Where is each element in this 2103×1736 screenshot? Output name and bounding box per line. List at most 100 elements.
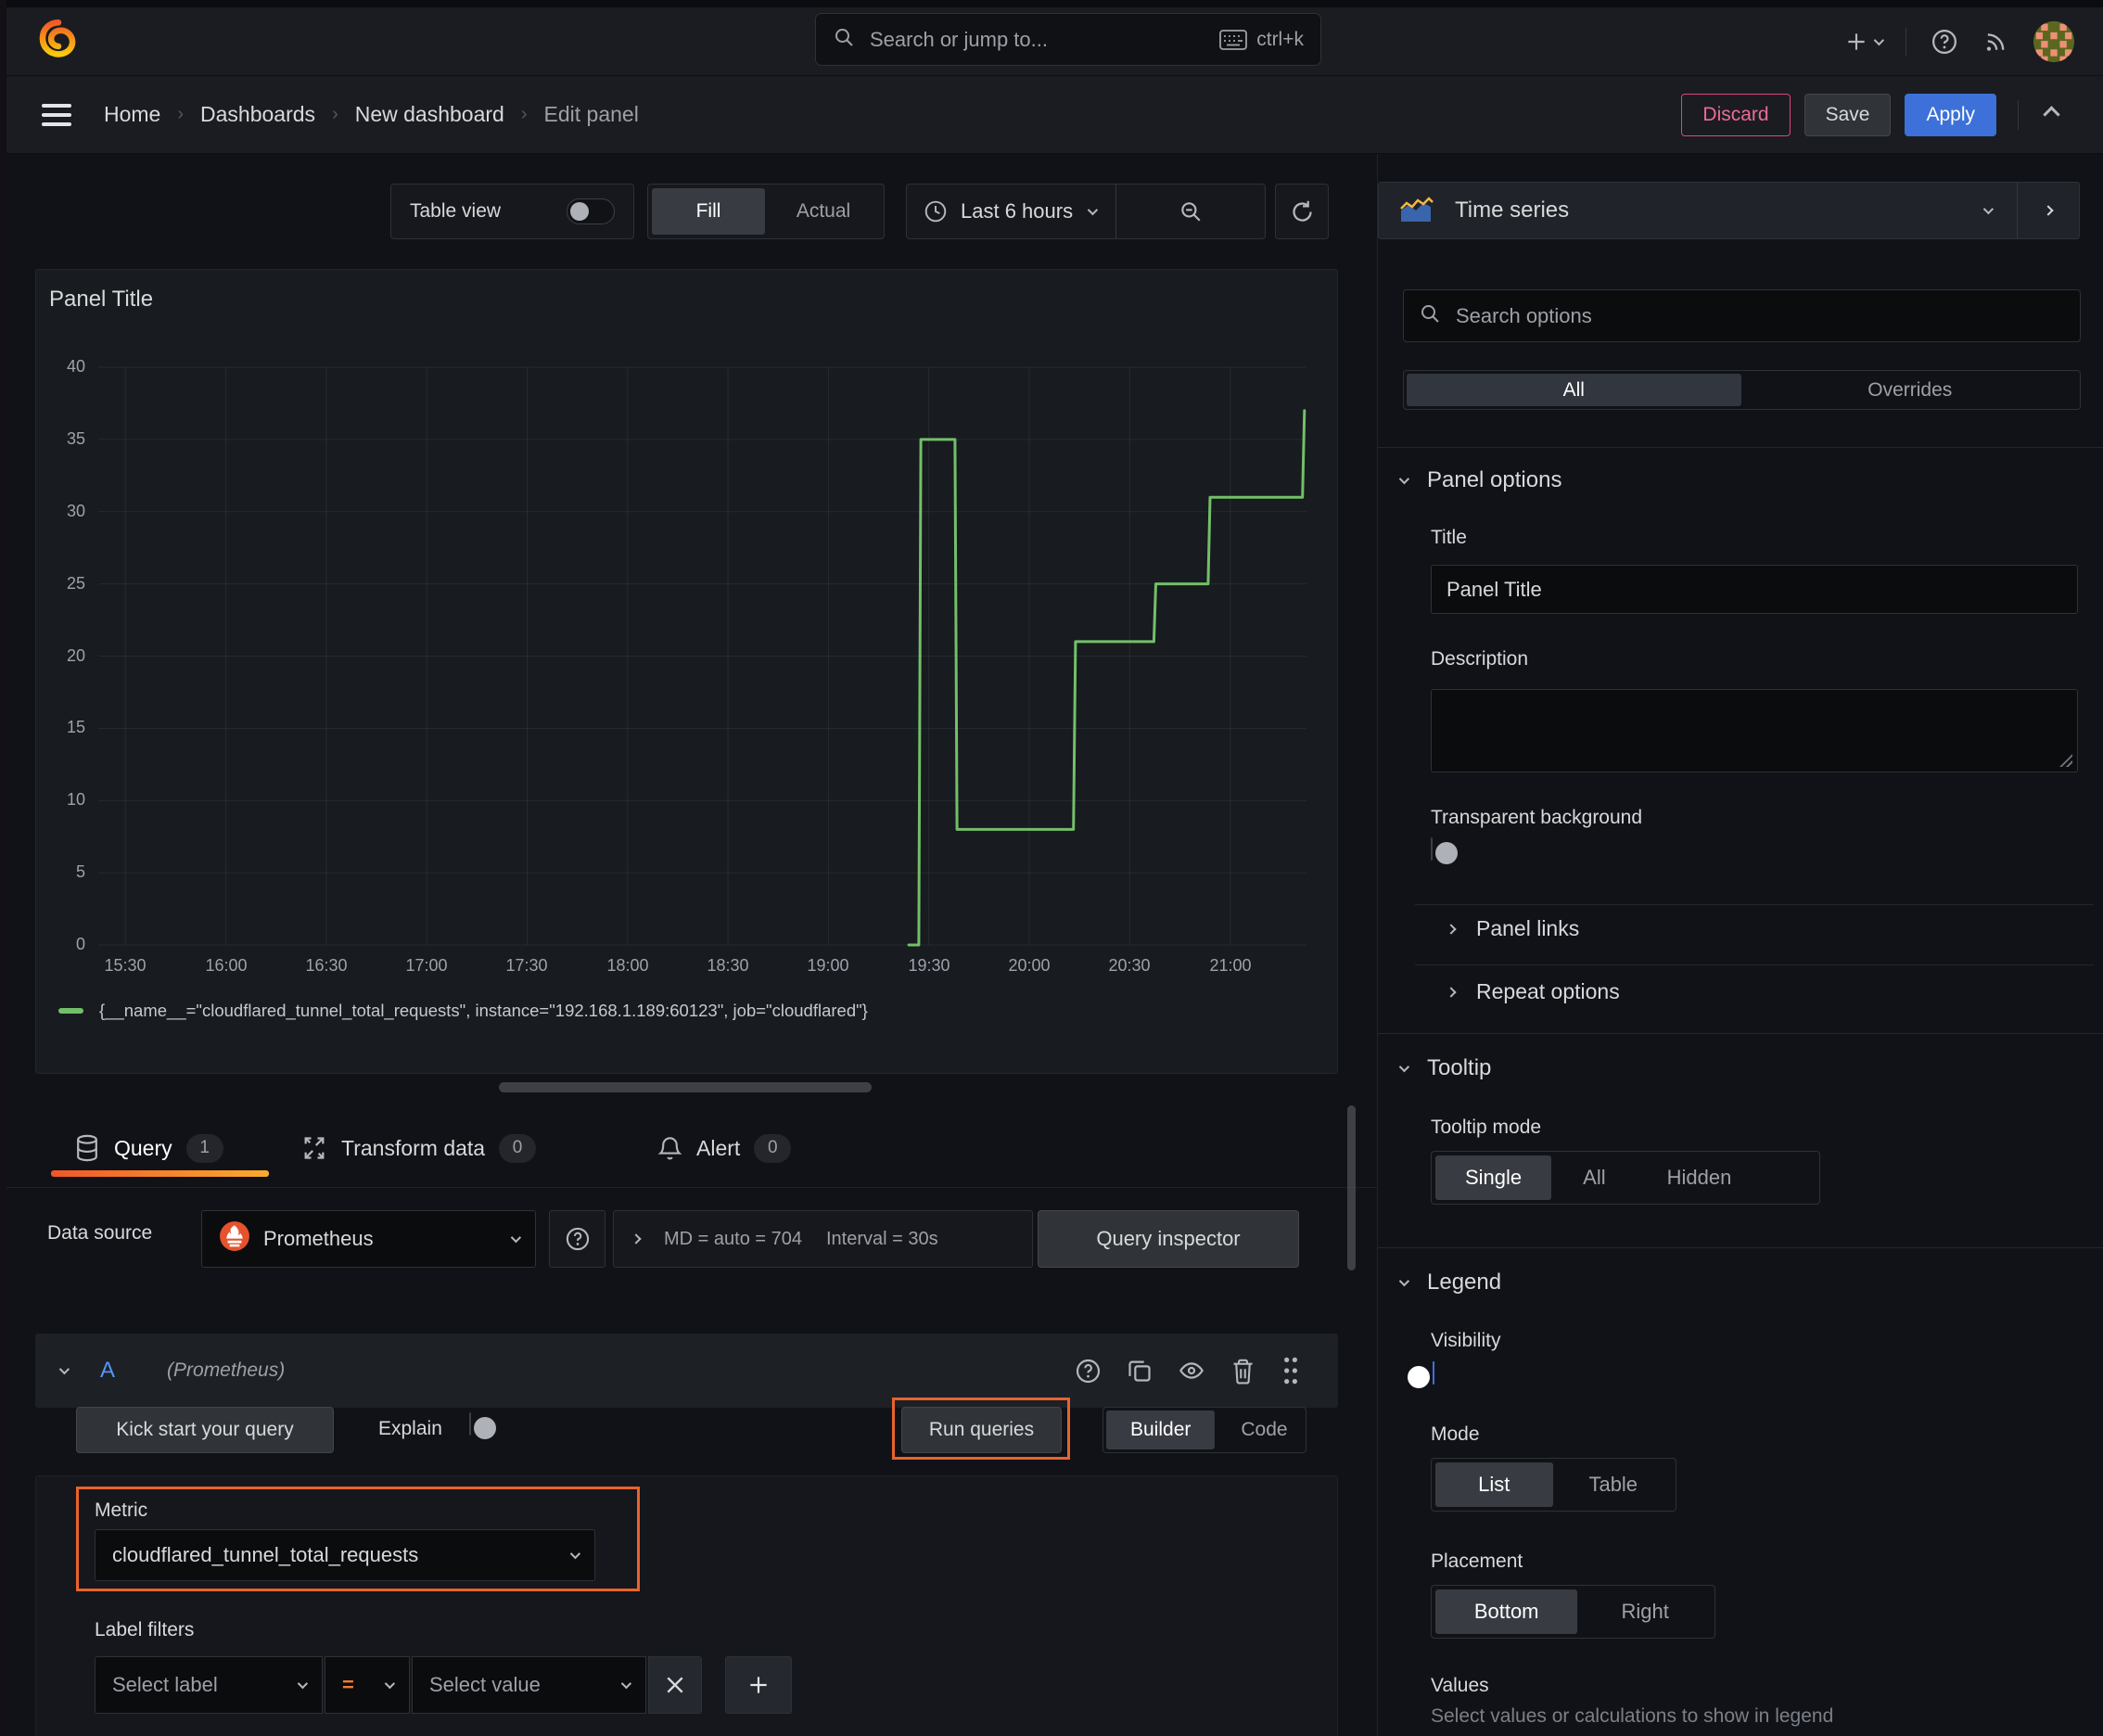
- resize-grip-icon[interactable]: [2059, 754, 2072, 767]
- legend-series-name[interactable]: {__name__="cloudflared_tunnel_total_requ…: [99, 1001, 868, 1021]
- chevron-down-icon: [1087, 204, 1099, 216]
- breadcrumb-new-dashboard[interactable]: New dashboard: [355, 102, 504, 127]
- delete-query-button[interactable]: [1230, 1358, 1255, 1385]
- time-range-picker[interactable]: Last 6 hours: [906, 184, 1266, 239]
- table-view-toggle[interactable]: [567, 198, 615, 224]
- y-axis-tick: 15: [66, 718, 85, 736]
- chevron-right-icon: ›: [520, 104, 528, 124]
- chevron-right-icon: [2043, 205, 2054, 216]
- tooltip-mode-single[interactable]: Single: [1435, 1155, 1552, 1200]
- transform-icon: [301, 1135, 327, 1161]
- x-axis-tick: 20:00: [1008, 956, 1051, 975]
- section-repeat-options[interactable]: Repeat options: [1446, 979, 1620, 1004]
- legend-placement-right[interactable]: Right: [1579, 1589, 1711, 1634]
- description-label: Description: [1431, 648, 1529, 670]
- legend-values-hint: Select values or calculations to show in…: [1431, 1705, 1834, 1727]
- y-axis-tick: 30: [66, 502, 85, 520]
- keyboard-icon: [1219, 29, 1248, 50]
- global-search[interactable]: ctrl+k: [815, 13, 1321, 66]
- table-view-control: Table view: [390, 184, 634, 239]
- transparent-background-toggle[interactable]: [1431, 837, 1458, 864]
- add-filter-button[interactable]: [725, 1656, 792, 1714]
- x-axis-tick: 15:30: [104, 956, 147, 975]
- fill-option[interactable]: Fill: [652, 188, 765, 235]
- grafana-logo[interactable]: [39, 19, 78, 65]
- discard-button[interactable]: Discard: [1681, 93, 1791, 136]
- query-help-button[interactable]: [1075, 1358, 1102, 1385]
- run-queries-button[interactable]: Run queries: [901, 1407, 1062, 1453]
- search-icon: [1419, 302, 1441, 330]
- options-search[interactable]: [1403, 289, 2081, 342]
- select-value-dropdown[interactable]: Select value: [412, 1656, 646, 1714]
- section-panel-links[interactable]: Panel links: [1446, 916, 1579, 941]
- drag-query-handle[interactable]: [1281, 1356, 1301, 1385]
- save-button[interactable]: Save: [1803, 93, 1892, 136]
- select-label-dropdown[interactable]: Select label: [95, 1656, 323, 1714]
- remove-filter-button[interactable]: [648, 1656, 702, 1714]
- pane-resize-handle[interactable]: [499, 1082, 872, 1092]
- explain-toggle[interactable]: [469, 1412, 496, 1439]
- search-input[interactable]: [868, 26, 1207, 53]
- scrollbar-thumb[interactable]: [1347, 1105, 1356, 1270]
- help-button[interactable]: [1931, 28, 1958, 56]
- options-search-input[interactable]: [1454, 302, 2065, 329]
- tab-transform-label: Transform data: [341, 1135, 486, 1160]
- actual-option[interactable]: Actual: [767, 188, 880, 235]
- query-inspector-button[interactable]: Query inspector: [1038, 1210, 1299, 1268]
- chevron-right-icon: [1446, 923, 1457, 935]
- code-option[interactable]: Code: [1217, 1410, 1311, 1449]
- chart-legend[interactable]: {__name__="cloudflared_tunnel_total_requ…: [58, 1001, 868, 1021]
- x-axis-tick: 20:30: [1108, 956, 1151, 975]
- apply-button[interactable]: Apply: [1905, 93, 1996, 136]
- chevron-down-icon: [384, 1678, 396, 1690]
- chevron-down-icon: [1982, 203, 1995, 215]
- tooltip-mode-all[interactable]: All: [1553, 1155, 1635, 1200]
- tab-query[interactable]: Query 1: [74, 1118, 223, 1178]
- collapse-header-button[interactable]: [2033, 106, 2070, 123]
- options-tab-overrides[interactable]: Overrides: [1743, 374, 2078, 406]
- tooltip-mode-switch: Single All Hidden: [1431, 1151, 1820, 1205]
- legend-placement-bottom[interactable]: Bottom: [1435, 1589, 1578, 1634]
- news-button[interactable]: [1982, 29, 2008, 55]
- tooltip-mode-hidden[interactable]: Hidden: [1638, 1155, 1762, 1200]
- breadcrumb-dashboards[interactable]: Dashboards: [200, 102, 315, 127]
- description-textarea[interactable]: [1431, 689, 2078, 772]
- time-series-chart[interactable]: 15:30 16:00 16:30 17:00 17:30 18:00 18:30 19:00…: [67, 357, 1306, 975]
- tab-transform-data[interactable]: Transform data 0: [301, 1118, 537, 1178]
- mega-menu-button[interactable]: [41, 102, 72, 128]
- query-options-summary[interactable]: MD = auto = 704 Interval = 30s: [613, 1210, 1033, 1268]
- toggle-viz-picker-button[interactable]: [2018, 183, 2079, 238]
- legend-placement-label: Placement: [1431, 1551, 1523, 1572]
- legend-values-label: Values: [1431, 1675, 1489, 1696]
- help-icon: [1932, 30, 1956, 54]
- tooltip-mode-label: Tooltip mode: [1431, 1117, 1542, 1138]
- query-datasource-hint: (Prometheus): [167, 1359, 286, 1381]
- kick-start-query-button[interactable]: Kick start your query: [76, 1407, 334, 1453]
- panel-title-input[interactable]: [1431, 565, 2078, 614]
- datasource-help-button[interactable]: [549, 1210, 605, 1268]
- section-legend[interactable]: Legend: [1398, 1270, 1501, 1296]
- metric-select[interactable]: cloudflared_tunnel_total_requests: [95, 1529, 595, 1581]
- legend-mode-list[interactable]: List: [1435, 1462, 1553, 1507]
- tab-alert[interactable]: Alert 0: [657, 1118, 792, 1178]
- user-avatar[interactable]: [2033, 20, 2075, 63]
- zoom-out-time-button[interactable]: [1116, 199, 1265, 223]
- operator-dropdown[interactable]: =: [325, 1656, 410, 1714]
- visualization-picker[interactable]: Time series: [1378, 182, 2080, 239]
- query-row-header[interactable]: A (Prometheus): [35, 1334, 1338, 1408]
- options-tab-all[interactable]: All: [1407, 374, 1741, 406]
- builder-option[interactable]: Builder: [1106, 1410, 1216, 1449]
- datasource-picker[interactable]: Prometheus: [201, 1210, 536, 1268]
- refresh-button[interactable]: [1275, 184, 1329, 239]
- legend-visibility-toggle[interactable]: [1408, 1361, 1434, 1388]
- legend-mode-table[interactable]: Table: [1555, 1462, 1673, 1507]
- x-axis-tick: 18:00: [606, 956, 649, 975]
- section-panel-options[interactable]: Panel options: [1398, 467, 1561, 493]
- new-menu-button[interactable]: [1844, 30, 1885, 54]
- duplicate-query-button[interactable]: [1127, 1358, 1153, 1384]
- breadcrumb-home[interactable]: Home: [104, 102, 160, 127]
- section-tooltip[interactable]: Tooltip: [1398, 1055, 1491, 1081]
- hide-query-button[interactable]: [1178, 1358, 1205, 1384]
- query-options-md: MD = auto = 704: [664, 1228, 802, 1249]
- divider: [2018, 99, 2019, 130]
